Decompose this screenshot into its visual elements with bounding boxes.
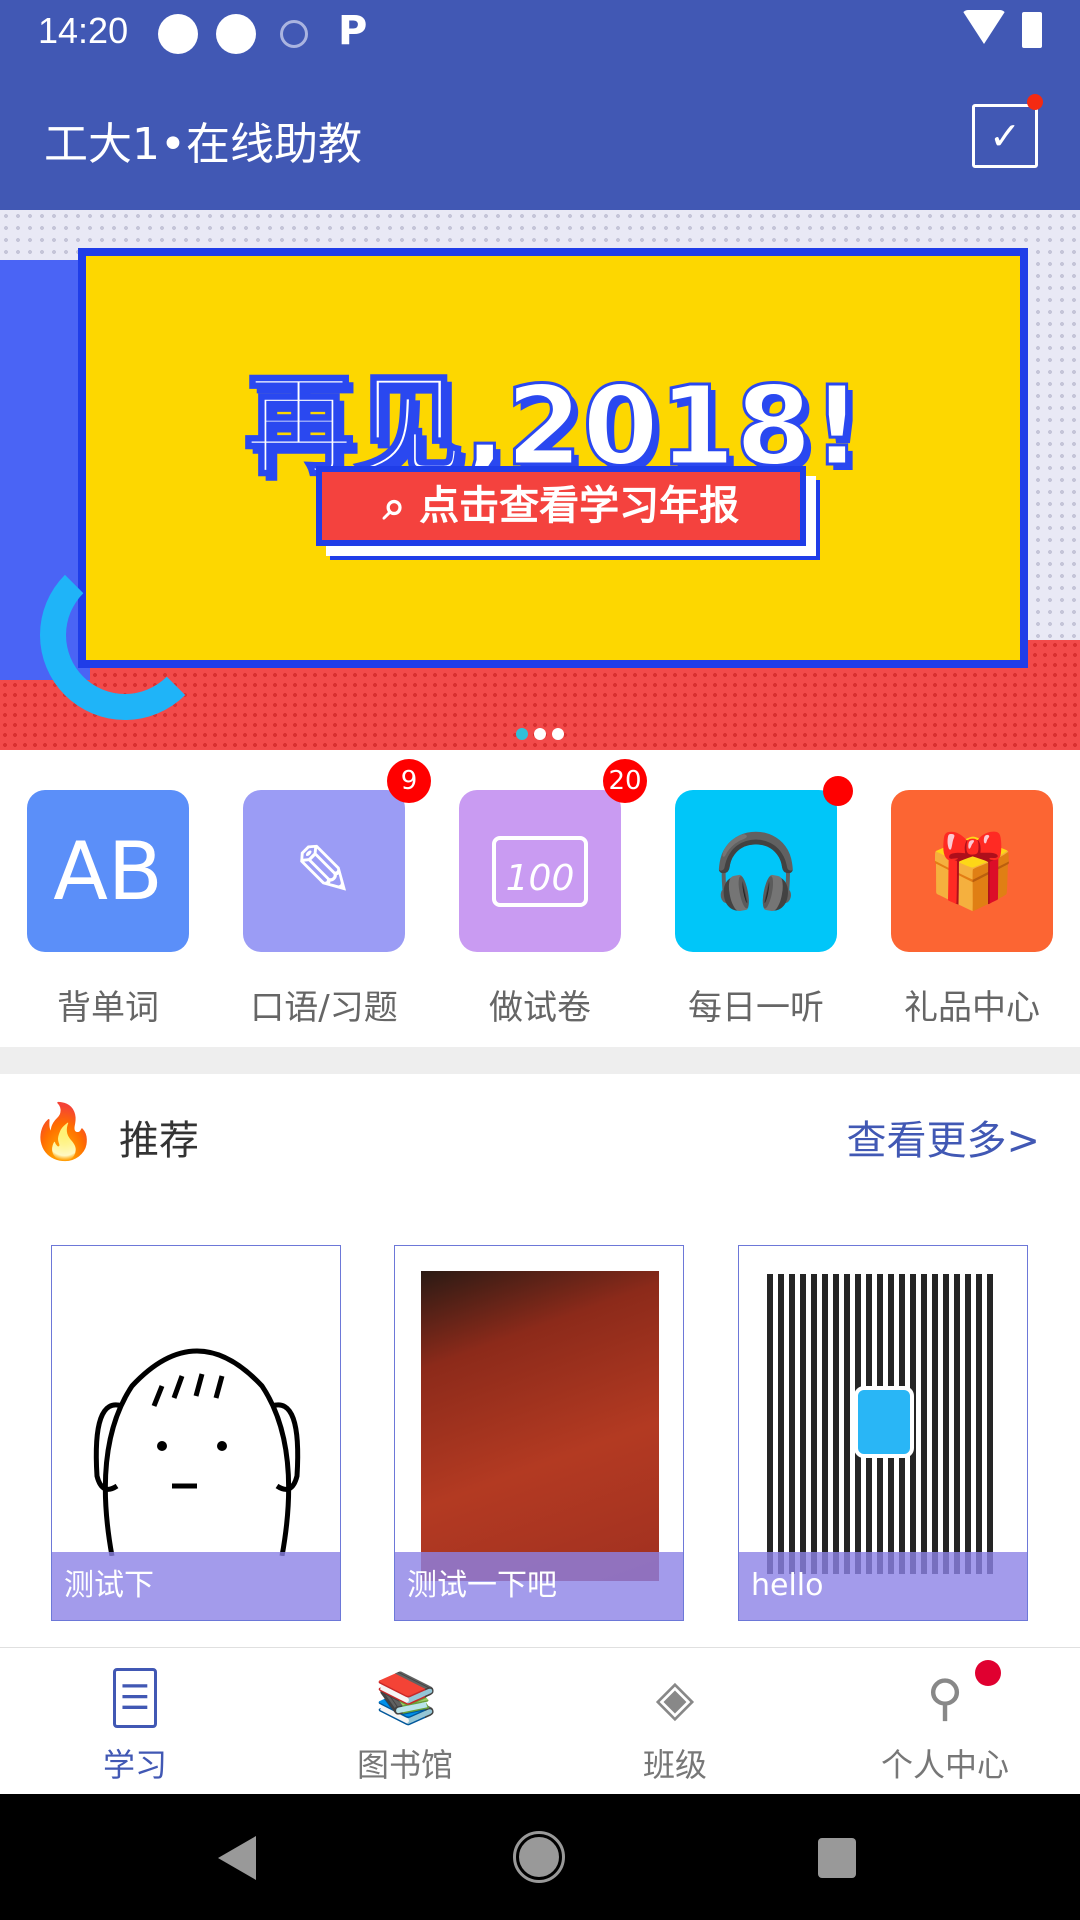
feature-label: 口语/习题 (250, 988, 398, 1028)
headphones-icon: 🎧 (675, 790, 837, 952)
feature-label: 礼品中心 (904, 988, 1040, 1028)
notification-dot (823, 776, 853, 806)
app-notification-icon (158, 14, 198, 54)
parking-icon: P (338, 8, 368, 54)
card-caption: 测试一下吧 (395, 1552, 683, 1620)
indicator-dot[interactable] (534, 728, 546, 740)
recommend-card[interactable]: 测试一下吧 (394, 1245, 684, 1621)
tab-label: 班级 (642, 1746, 707, 1784)
tab-label: 学习 (102, 1746, 167, 1784)
section-divider (0, 1047, 1080, 1074)
section-title: 推荐 (119, 1118, 199, 1164)
carousel-indicator[interactable] (0, 725, 1080, 744)
indicator-dot[interactable] (552, 728, 564, 740)
cartoon-face-image (93, 1348, 301, 1556)
battery-icon (1022, 12, 1042, 48)
flame-icon: 🔥 (30, 1100, 98, 1163)
count-badge: 20 (603, 759, 647, 803)
view-report-label: 点击查看学习年报 (419, 483, 740, 529)
view-report-button[interactable]: ⌕ 点击查看学习年报 (316, 466, 806, 546)
person-icon: ⚲ (926, 1669, 964, 1727)
wifi-icon (962, 10, 1006, 44)
banner-carousel[interactable]: 再见,2018! ⌕ 点击查看学习年报 (0, 210, 1080, 750)
info-icon (280, 20, 308, 48)
decor-ring (40, 550, 210, 720)
count-badge: 9 (387, 759, 431, 803)
feature-label: 背单词 (57, 988, 159, 1028)
tab-profile[interactable]: ⚲ 个人中心 (810, 1648, 1080, 1795)
tab-label: 个人中心 (880, 1746, 1009, 1784)
system-nav-bar (0, 1794, 1080, 1920)
indicator-dot[interactable] (516, 728, 528, 740)
recommend-card[interactable]: hello (738, 1245, 1028, 1621)
feature-daily-listening[interactable]: 🎧 每日一听 (675, 776, 853, 1028)
app-logo-icon (854, 1386, 914, 1458)
books-icon: 📚 (375, 1669, 438, 1727)
feature-label: 做试卷 (489, 988, 591, 1028)
recents-icon[interactable] (818, 1838, 856, 1878)
feature-vocabulary[interactable]: AB 背单词 (27, 790, 189, 1028)
feature-label: 每日一听 (688, 988, 824, 1028)
tab-library[interactable]: 📚 图书馆 (270, 1648, 540, 1795)
banner-panel: 再见,2018! ⌕ 点击查看学习年报 (78, 248, 1028, 668)
notification-dot (975, 1660, 1001, 1686)
page-title: 工大1•在线助教 (44, 119, 362, 170)
feature-exam-papers[interactable]: 100 做试卷 20 (459, 759, 647, 1028)
recommend-card[interactable]: 测试下 (51, 1245, 341, 1621)
pencil-icon: ✎ (243, 790, 405, 952)
exam-score-text: 100 (491, 835, 589, 907)
view-more-link[interactable]: 查看更多> (846, 1108, 1040, 1166)
status-time: 14:20 (38, 10, 129, 51)
tab-class[interactable]: ◈ 班级 (540, 1648, 810, 1795)
photo-image (421, 1271, 659, 1581)
tab-study[interactable]: ☰ 学习 (0, 1648, 270, 1795)
feature-speaking-exercises[interactable]: ✎ 口语/习题 9 (243, 759, 431, 1028)
card-caption: hello (739, 1552, 1027, 1620)
calendar-check-icon[interactable]: ✓ (972, 104, 1038, 168)
notification-dot (1027, 94, 1043, 110)
document-list-icon: ☰ (113, 1668, 157, 1728)
search-icon: ⌕ (382, 483, 420, 529)
exam-paper-icon: 100 (459, 790, 621, 952)
tab-label: 图书馆 (356, 1746, 453, 1784)
ab-icon: AB (27, 790, 189, 952)
gift-icon: 🎁 (891, 790, 1053, 952)
card-caption: 测试下 (52, 1552, 340, 1620)
back-icon[interactable] (218, 1836, 256, 1880)
feature-gift-center[interactable]: 🎁 礼品中心 (891, 790, 1053, 1028)
layers-icon: ◈ (655, 1669, 695, 1727)
home-icon[interactable] (513, 1831, 565, 1883)
app-notification-icon (216, 14, 256, 54)
bottom-nav: ☰ 学习 📚 图书馆 ◈ 班级 ⚲ 个人中心 (0, 1647, 1080, 1794)
app-header: 14:20 P 工大1•在线助教 ✓ (0, 0, 1080, 210)
